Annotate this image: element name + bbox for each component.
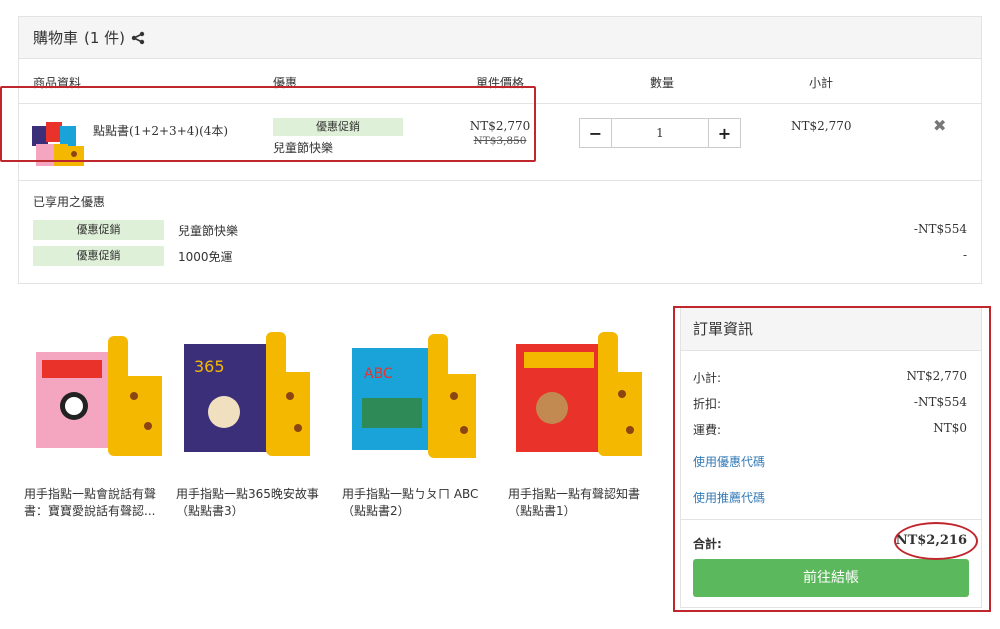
- share-icon[interactable]: [131, 31, 145, 45]
- cart-column-headers: 商品資料 優惠 單件價格 數量 小計: [19, 59, 981, 103]
- applied-line: 優惠促銷 1000免運 -: [33, 246, 967, 268]
- order-summary-panel: 訂單資訊 小計: NT$2,770 折扣: -NT$554 運費: NT$0 使…: [680, 306, 982, 608]
- recommendation-card[interactable]: ABC 用手指點一點ㄅㄆㄇ ABC（點點書2）: [342, 318, 492, 518]
- recommendation-card[interactable]: 365 用手指點一點365晚安故事（點點書3）: [176, 318, 326, 518]
- order-subtotal-value: NT$2,770: [906, 369, 968, 383]
- product-name[interactable]: 點點書(1+2+3+4)(4本): [93, 122, 228, 139]
- cart-item-row: 點點書(1+2+3+4)(4本) 優惠促銷 兒童節快樂 NT$2,770 NT$…: [19, 103, 981, 181]
- svg-text:ABC: ABC: [364, 366, 393, 382]
- book-cover[interactable]: [36, 336, 164, 466]
- recommendation-card[interactable]: 用手指點一點會說話有聲書：寶寶愛說話有聲認...: [24, 318, 174, 518]
- referral-code-link[interactable]: 使用推薦代碼: [693, 489, 765, 506]
- remove-item-icon[interactable]: ✖: [933, 116, 946, 135]
- product-thumbnail[interactable]: [32, 122, 86, 168]
- col-unit-price: 單件價格: [476, 76, 525, 90]
- order-discount-label: 折扣:: [693, 397, 722, 411]
- order-total-value: NT$2,216: [895, 533, 967, 548]
- order-title: 訂單資訊: [681, 307, 981, 351]
- order-discount-value: -NT$554: [913, 395, 967, 409]
- applied-promotions: 已享用之優惠 優惠促銷 兒童節快樂 -NT$554 優惠促銷 1000免運 -: [33, 193, 967, 272]
- order-total-label: 合計:: [693, 537, 722, 551]
- col-subtotal: 小計: [809, 76, 834, 90]
- book-cover[interactable]: ABC: [352, 334, 480, 464]
- recommendation-title[interactable]: 用手指點一點ㄅㄆㄇ ABC（點點書2）: [342, 486, 494, 520]
- quantity-stepper: − 1 +: [579, 118, 741, 148]
- item-subtotal: NT$2,770: [791, 119, 852, 133]
- order-subtotal-label: 小計:: [693, 371, 722, 385]
- applied-name: 兒童節快樂: [178, 224, 239, 238]
- order-discount-row: 折扣: -NT$554: [693, 395, 967, 412]
- checkout-button[interactable]: 前往結帳: [693, 559, 969, 597]
- promo-name: 兒童節快樂: [273, 141, 334, 155]
- book-cover[interactable]: [516, 332, 644, 462]
- svg-text:365: 365: [194, 357, 225, 376]
- recommendation-title[interactable]: 用手指點一點會說話有聲書：寶寶愛說話有聲認...: [24, 486, 176, 520]
- col-product: 商品資料: [33, 76, 82, 90]
- order-shipping-label: 運費:: [693, 423, 722, 437]
- sale-price: NT$2,770: [469, 119, 531, 133]
- order-divider: [681, 519, 981, 520]
- recommendation-card[interactable]: 用手指點一點有聲認知書（點點書1）: [508, 318, 658, 518]
- order-shipping-row: 運費: NT$0: [693, 421, 967, 438]
- quantity-increase-button[interactable]: +: [708, 119, 740, 147]
- order-subtotal-row: 小計: NT$2,770: [693, 369, 967, 386]
- original-price: NT$3,850: [473, 135, 527, 147]
- promo-tag: 優惠促銷: [273, 118, 403, 136]
- coupon-code-link[interactable]: 使用優惠代碼: [693, 453, 765, 470]
- cart-count: (1 件): [84, 29, 126, 47]
- applied-amount: -NT$554: [913, 222, 967, 236]
- applied-line: 優惠促銷 兒童節快樂 -NT$554: [33, 220, 967, 242]
- book-cover[interactable]: 365: [184, 332, 312, 462]
- applied-amount: -: [962, 248, 967, 262]
- applied-name: 1000免運: [178, 250, 233, 264]
- order-shipping-value: NT$0: [933, 421, 967, 435]
- recommendation-title[interactable]: 用手指點一點365晚安故事（點點書3）: [176, 486, 328, 520]
- quantity-decrease-button[interactable]: −: [580, 119, 612, 147]
- applied-tag: 優惠促銷: [33, 220, 164, 240]
- unit-price: NT$2,770 NT$3,850: [455, 119, 545, 149]
- recommendation-title[interactable]: 用手指點一點有聲認知書（點點書1）: [508, 486, 660, 520]
- applied-tag: 優惠促銷: [33, 246, 164, 266]
- cart-header: 購物車 (1 件): [19, 17, 981, 59]
- col-quantity: 數量: [650, 76, 675, 90]
- col-promo: 優惠: [273, 76, 298, 90]
- applied-title: 已享用之優惠: [33, 195, 106, 209]
- cart-title: 購物車: [33, 29, 79, 47]
- quantity-input[interactable]: 1: [612, 119, 708, 147]
- cart-panel: 購物車 (1 件) 商品資料 優惠 單件價格 數量 小計 點點書(1+2+3+4…: [18, 16, 982, 284]
